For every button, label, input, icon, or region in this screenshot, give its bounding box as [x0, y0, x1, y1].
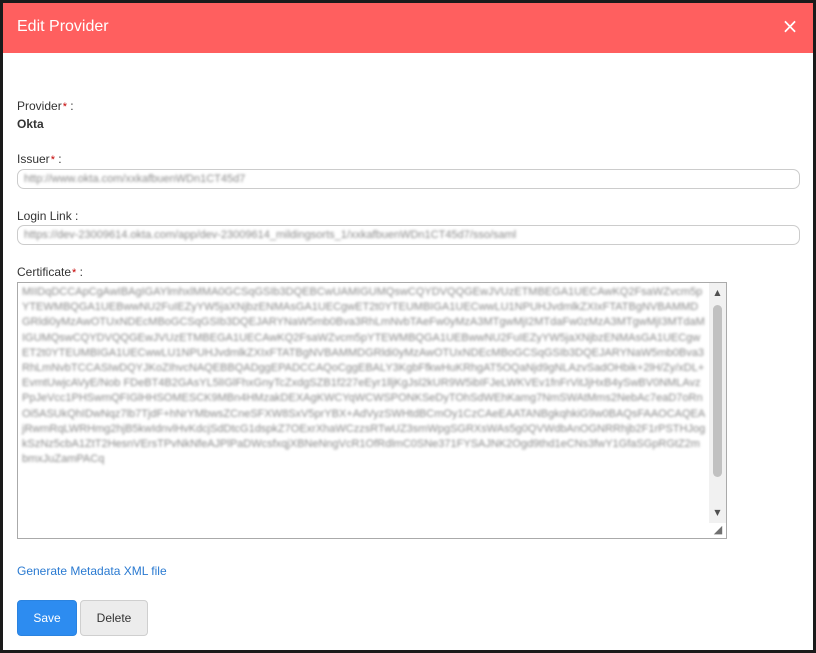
issuer-input-value: http://www.okta.com/xxkafbuenWDn1CT45d7 — [24, 173, 246, 185]
edit-provider-modal: Edit Provider × Provider* : Okta Issuer*… — [0, 0, 816, 653]
delete-button[interactable]: Delete — [80, 600, 148, 636]
resize-grip-icon[interactable]: ◢ — [711, 523, 725, 537]
issuer-input[interactable]: http://www.okta.com/xxkafbuenWDn1CT45d7 — [17, 169, 800, 189]
save-button[interactable]: Save — [17, 600, 77, 636]
scroll-down-arrow-icon[interactable]: ▼ — [709, 505, 726, 521]
certificate-label-suffix: : — [76, 265, 83, 279]
login-link-input-value: https://dev-23009614.okta.com/app/dev-23… — [24, 229, 517, 241]
scrollbar-thumb[interactable] — [713, 305, 722, 477]
provider-label: Provider* : — [17, 99, 74, 113]
provider-label-text: Provider — [17, 99, 62, 113]
provider-value: Okta — [17, 117, 44, 131]
close-icon[interactable]: × — [781, 15, 799, 37]
generate-metadata-link[interactable]: Generate Metadata XML file — [17, 564, 167, 578]
issuer-label-suffix: : — [54, 152, 62, 166]
certificate-textarea[interactable]: MIIDqDCCApCgAwIBAgIGAYlmhxlMMA0GCSqGSIb3… — [17, 282, 727, 539]
issuer-label: Issuer* : — [17, 152, 62, 166]
provider-label-suffix: : — [66, 99, 74, 113]
certificate-textarea-value: MIIDqDCCApCgAwIBAgIGAYlmhxlMMA0GCSqGSIb3… — [22, 286, 706, 466]
modal-title: Edit Provider — [17, 18, 109, 35]
login-link-label: Login Link : — [17, 209, 79, 223]
scroll-up-arrow-icon[interactable]: ▲ — [709, 285, 726, 301]
login-link-input[interactable]: https://dev-23009614.okta.com/app/dev-23… — [17, 225, 800, 245]
modal-header: Edit Provider × — [3, 3, 813, 53]
certificate-label-text: Certificate — [17, 265, 72, 279]
issuer-label-text: Issuer — [17, 152, 50, 166]
certificate-label: Certificate* : — [17, 265, 83, 279]
certificate-scrollbar[interactable]: ▲ ▼ — [709, 283, 726, 523]
